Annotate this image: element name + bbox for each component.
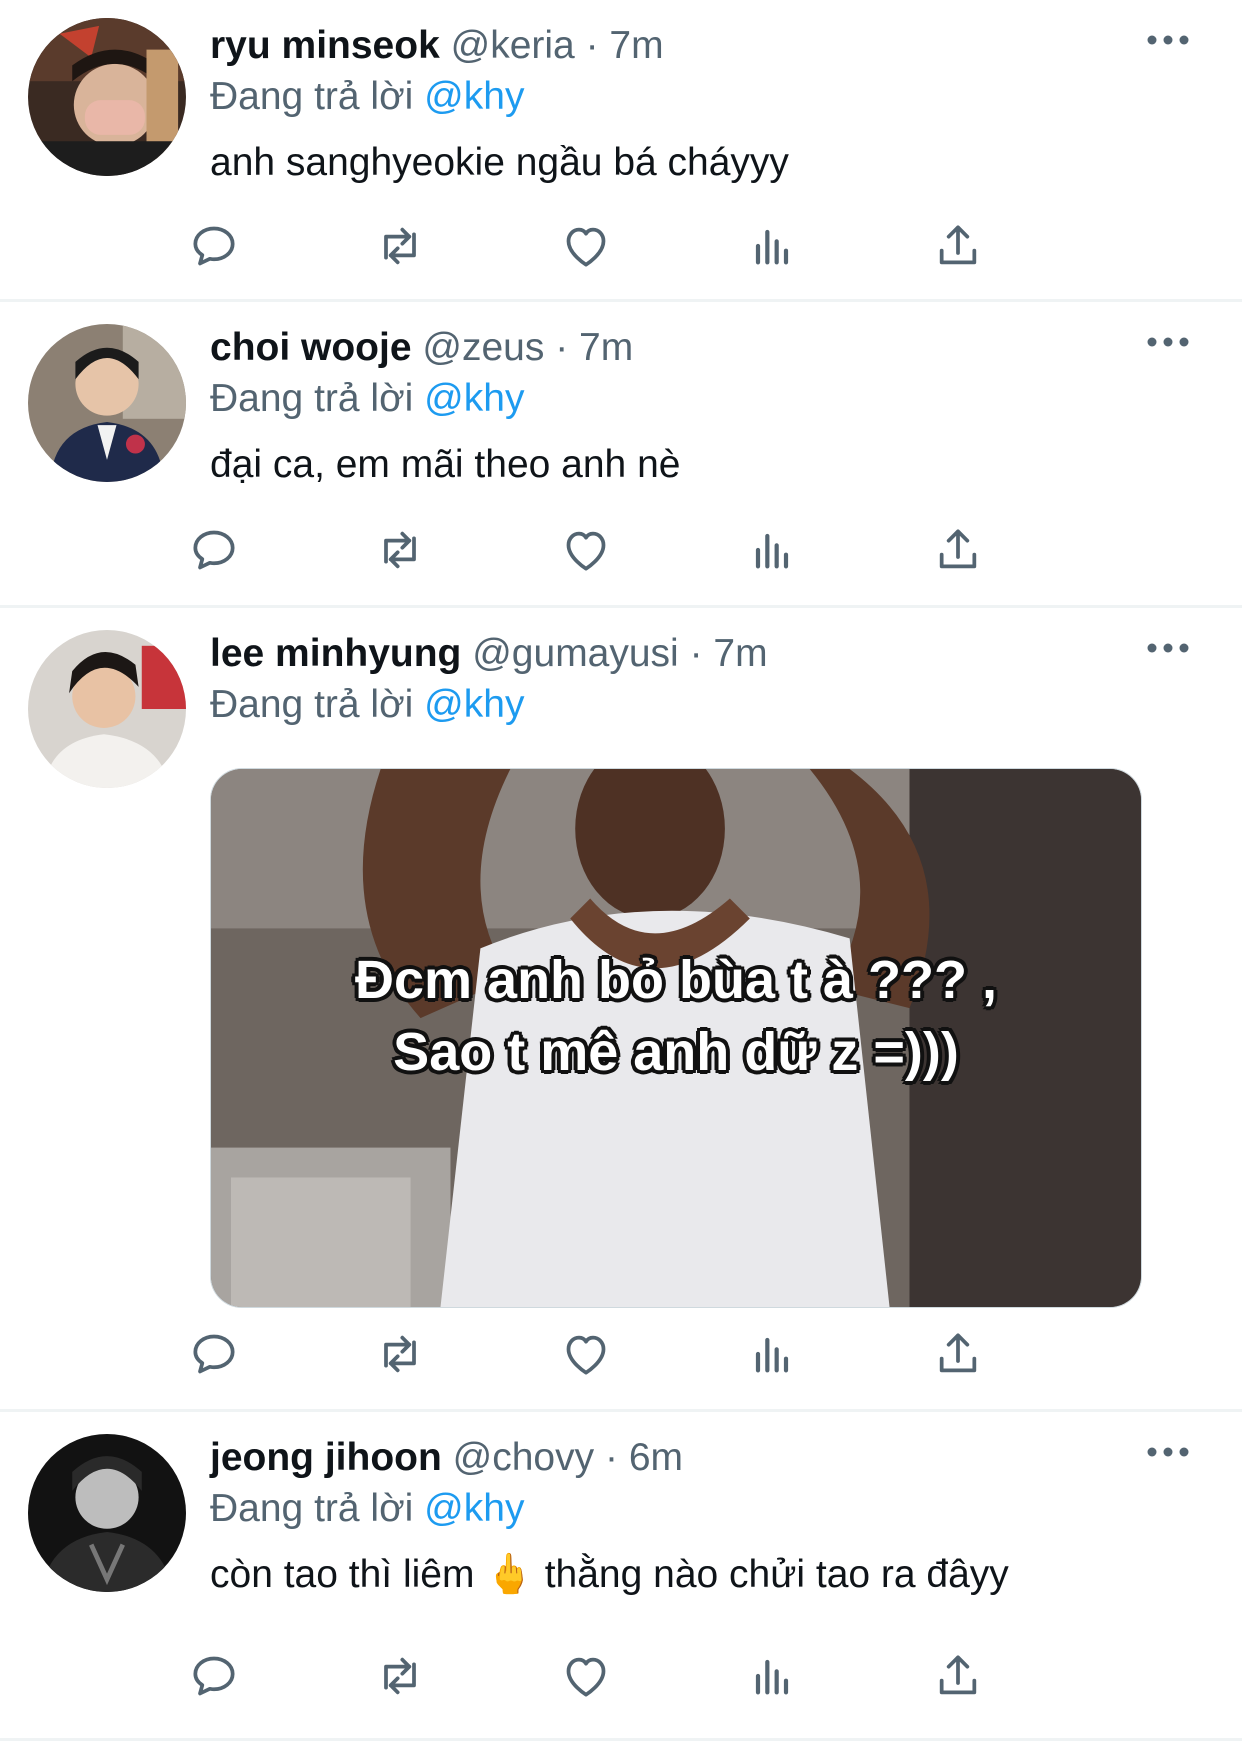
- views-icon[interactable]: [744, 218, 800, 274]
- timestamp[interactable]: 7m: [713, 632, 767, 675]
- author-handle[interactable]: @keria: [451, 24, 575, 67]
- timestamp[interactable]: 7m: [579, 326, 633, 369]
- reply-context: Đang trả lời @khy: [210, 680, 1202, 730]
- reply-icon[interactable]: [186, 218, 242, 274]
- author-name[interactable]: ryu minseok: [210, 24, 440, 67]
- separator-dot: ·: [555, 326, 569, 369]
- avatar[interactable]: [28, 324, 186, 482]
- hand-emoji: 🖕: [485, 1553, 534, 1596]
- tweet[interactable]: choi wooje @zeus · 7m Đang trả lời @khy …: [0, 302, 1242, 608]
- more-icon[interactable]: [1146, 330, 1190, 354]
- more-icon[interactable]: [1146, 28, 1190, 52]
- action-bar: [193, 218, 1090, 274]
- reply-prefix: Đang trả lời: [210, 683, 414, 726]
- separator-dot: ·: [604, 1436, 618, 1479]
- more-icon[interactable]: [1146, 1440, 1190, 1464]
- retweet-icon[interactable]: [372, 218, 428, 274]
- reply-icon[interactable]: [186, 522, 242, 578]
- separator-dot: ·: [689, 632, 703, 675]
- author-name[interactable]: choi wooje: [210, 326, 412, 369]
- reply-context: Đang trả lời @khy: [210, 374, 1202, 424]
- like-icon[interactable]: [558, 1326, 614, 1382]
- timestamp[interactable]: 6m: [629, 1436, 683, 1479]
- author-handle[interactable]: @zeus: [422, 326, 544, 369]
- reply-mention[interactable]: @khy: [424, 1487, 524, 1530]
- action-bar: [193, 1326, 1090, 1382]
- share-icon[interactable]: [930, 1326, 986, 1382]
- views-icon[interactable]: [744, 1648, 800, 1704]
- tweet-text-part-2: thằng nào chửi tao ra đâyy: [544, 1553, 1009, 1596]
- author-name[interactable]: lee minhyung: [210, 632, 461, 675]
- views-icon[interactable]: [744, 1326, 800, 1382]
- meme-caption-line-2: Sao t mê anh dữ z =))): [393, 1022, 959, 1082]
- author-handle[interactable]: @chovy: [453, 1436, 594, 1479]
- reply-mention[interactable]: @khy: [424, 377, 524, 420]
- author-handle[interactable]: @gumayusi: [472, 632, 679, 675]
- tweet-text: đại ca, em mãi theo anh nè: [210, 443, 681, 486]
- action-bar: [193, 1648, 1090, 1704]
- retweet-icon[interactable]: [372, 1648, 428, 1704]
- separator-dot: ·: [585, 24, 599, 67]
- tweet[interactable]: ryu minseok @keria · 7m Đang trả lời @kh…: [0, 0, 1242, 302]
- views-icon[interactable]: [744, 522, 800, 578]
- reply-icon[interactable]: [186, 1326, 242, 1382]
- action-bar: [193, 522, 1090, 578]
- like-icon[interactable]: [558, 218, 614, 274]
- tweet[interactable]: lee minhyung @gumayusi · 7m Đang trả lời…: [0, 608, 1242, 1412]
- like-icon[interactable]: [558, 522, 614, 578]
- meme-caption-line-1: Đcm anh bỏ bùa t à ??? ,: [354, 950, 997, 1010]
- author-name[interactable]: jeong jihoon: [210, 1436, 442, 1479]
- tweet-text: còn tao thì liêm 🖕 thằng nào chửi tao ra…: [210, 1550, 1202, 1600]
- avatar[interactable]: [28, 1434, 186, 1592]
- reply-prefix: Đang trả lời: [210, 377, 414, 420]
- reply-prefix: Đang trả lời: [210, 75, 414, 118]
- tweet[interactable]: jeong jihoon @chovy · 6m Đang trả lời @k…: [0, 1412, 1242, 1741]
- tweet-text-part-1: còn tao thì liêm: [210, 1553, 475, 1596]
- share-icon[interactable]: [930, 218, 986, 274]
- retweet-icon[interactable]: [372, 522, 428, 578]
- timestamp[interactable]: 7m: [609, 24, 663, 67]
- reply-context: Đang trả lời @khy: [210, 1484, 1202, 1534]
- reply-icon[interactable]: [186, 1648, 242, 1704]
- meme-image[interactable]: Đcm anh bỏ bùa t à ??? , Sao t mê anh dữ…: [210, 768, 1142, 1308]
- share-icon[interactable]: [930, 1648, 986, 1704]
- share-icon[interactable]: [930, 522, 986, 578]
- avatar[interactable]: [28, 630, 186, 788]
- reply-mention[interactable]: @khy: [424, 75, 524, 118]
- retweet-icon[interactable]: [372, 1326, 428, 1382]
- like-icon[interactable]: [558, 1648, 614, 1704]
- more-icon[interactable]: [1146, 636, 1190, 660]
- reply-mention[interactable]: @khy: [424, 683, 524, 726]
- tweet-text: anh sanghyeokie ngầu bá cháyyy: [210, 141, 789, 184]
- reply-prefix: Đang trả lời: [210, 1487, 414, 1530]
- reply-context: Đang trả lời @khy: [210, 72, 1202, 122]
- avatar[interactable]: [28, 18, 186, 176]
